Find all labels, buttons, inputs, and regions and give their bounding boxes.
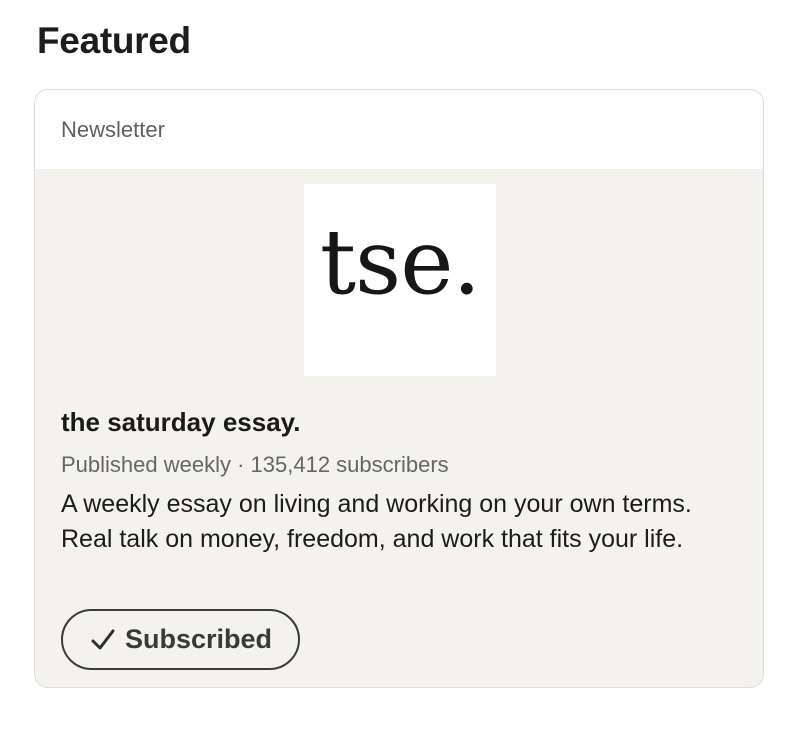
check-icon: [91, 629, 115, 649]
subscribed-button-label: Subscribed: [124, 624, 273, 654]
newsletter-meta: Published weekly · 135,412 subscribers: [61, 452, 449, 477]
card-body: tse. the saturday essay. Published weekl…: [35, 169, 763, 687]
card-header: Newsletter: [35, 90, 763, 169]
section-title: Featured: [37, 20, 191, 61]
logo-text: tse.: [319, 210, 481, 315]
newsletter-description: A weekly essay on living and working on …: [61, 490, 692, 553]
newsletter-title[interactable]: the saturday essay.: [61, 407, 300, 438]
featured-newsletter-card[interactable]: Newsletter tse. the saturday essay. Publ…: [34, 89, 764, 688]
subscribed-button[interactable]: Subscribed: [61, 609, 300, 670]
card-type-label: Newsletter: [61, 116, 165, 142]
newsletter-logo[interactable]: tse.: [304, 184, 496, 376]
